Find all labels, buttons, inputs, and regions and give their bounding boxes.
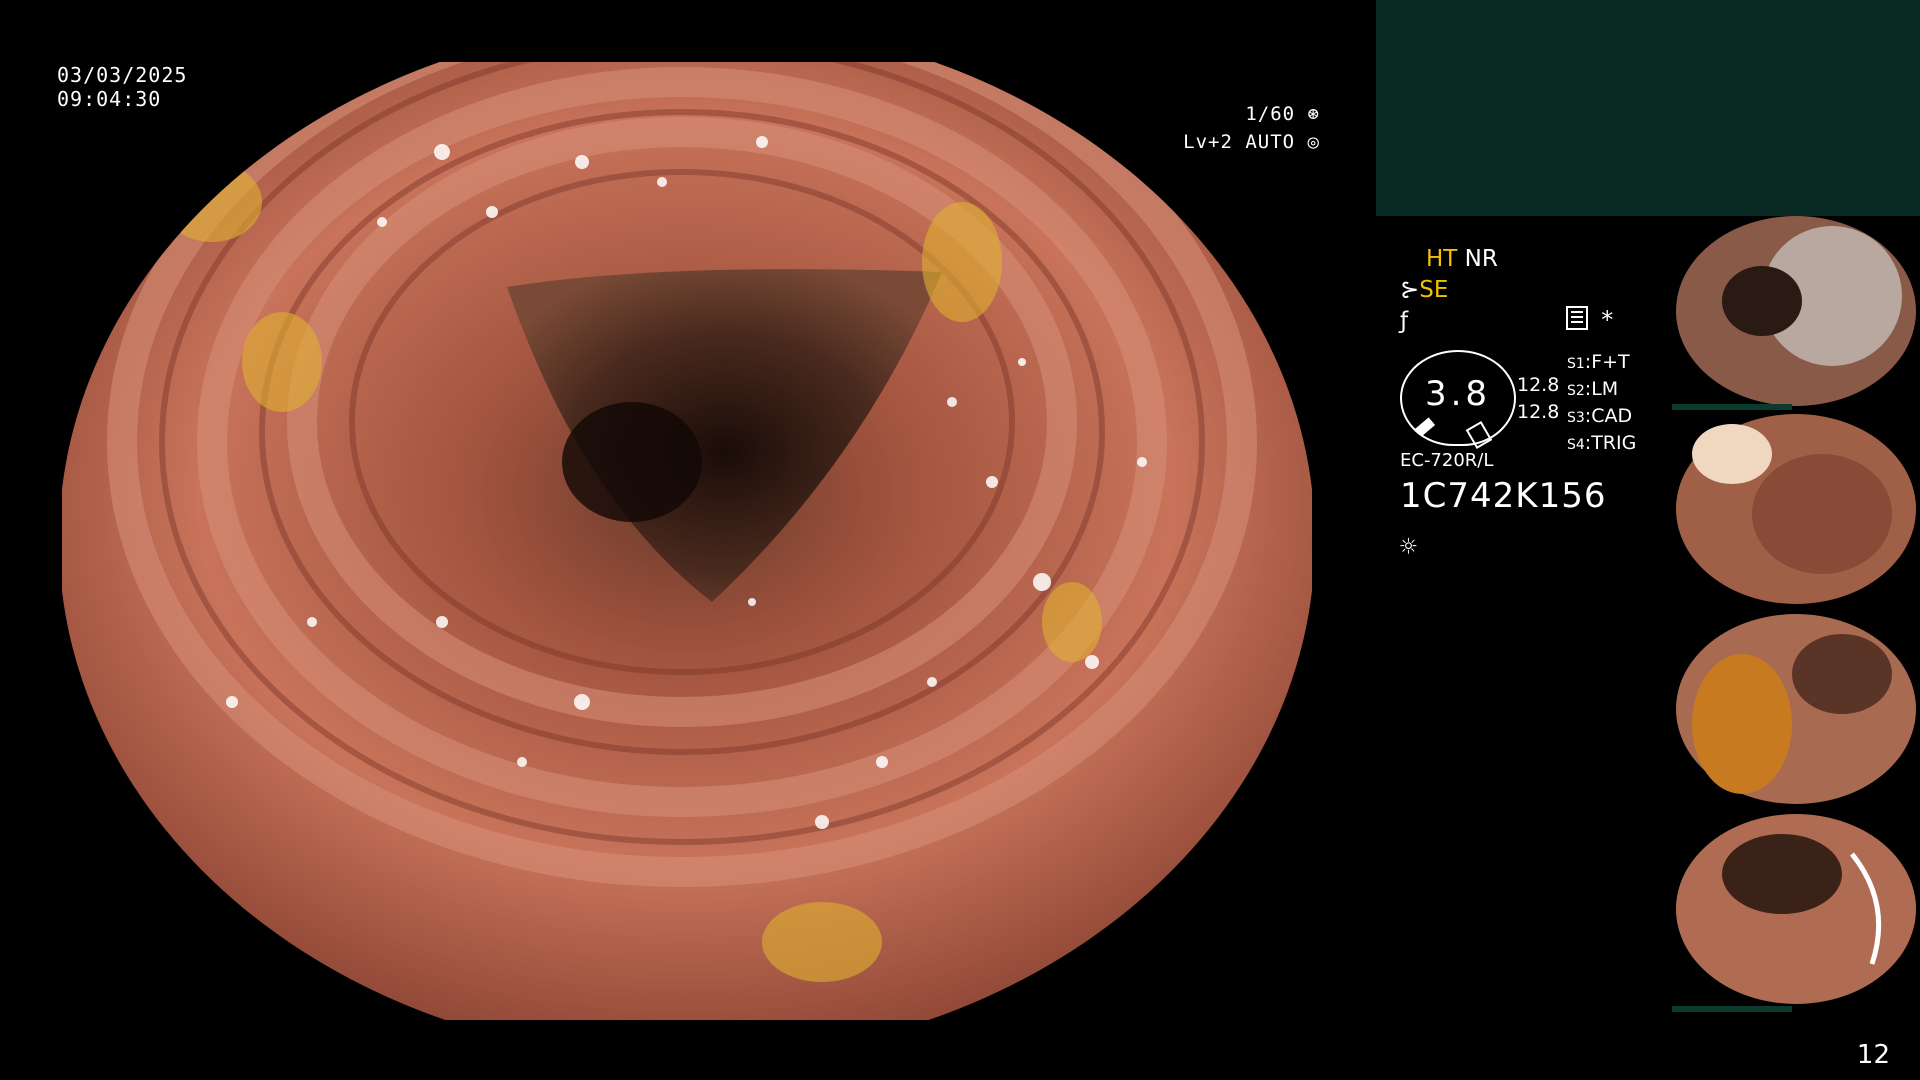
scale-value-1: 12.8 <box>1517 374 1560 396</box>
scope-serial: 1C742K156 <box>1400 476 1607 516</box>
capture-thumbnail-3[interactable] <box>1672 614 1920 804</box>
se-indicator: SE <box>1419 277 1449 303</box>
exposure-overlay: 1/60 ⊛ Lv+2 AUTO ◎ <box>1183 100 1320 156</box>
thumbnail-bar <box>1672 1006 1792 1012</box>
light-icon: ☼ <box>1400 530 1417 563</box>
switch-value: F+T <box>1591 351 1630 373</box>
shutter-speed: 1/60 <box>1245 103 1296 125</box>
switch-row: S4:TRIG <box>1567 432 1637 454</box>
nr-indicator: NR <box>1464 246 1498 272</box>
switch-key: S1 <box>1567 356 1585 372</box>
switch-value: TRIG <box>1591 432 1637 454</box>
scale-value-2: 12.8 <box>1517 401 1560 423</box>
f-icon: ƒ <box>1400 308 1409 334</box>
capture-thumbnail-2[interactable] <box>1672 414 1920 604</box>
time-text: 09:04:30 <box>57 87 162 111</box>
page-number: 12 <box>1856 1040 1890 1070</box>
switch-row: S2:LM <box>1567 378 1619 400</box>
switch-row: S1:F+T <box>1567 351 1630 373</box>
auto-iris-icon: ◎ <box>1307 131 1320 153</box>
capture-thumbnail-4[interactable] <box>1672 814 1920 1004</box>
switch-key: S4 <box>1567 437 1585 453</box>
thumbnail-bar <box>1672 404 1792 410</box>
switch-assignments: S1:F+T S2:LM S3:CAD S4:TRIG <box>1567 350 1636 458</box>
shutter-icon: ⊛ <box>1307 103 1320 125</box>
switch-row: S3:CAD <box>1567 405 1633 427</box>
asterisk-mark: * <box>1600 306 1615 334</box>
info-panel-header <box>1376 0 1920 216</box>
capture-thumbnail-1[interactable] <box>1672 216 1920 406</box>
dial-value: 3.8 <box>1424 374 1492 414</box>
level-text: Lv+2 AUTO <box>1183 131 1296 153</box>
ht-indicator: HT <box>1426 246 1458 272</box>
switch-key: S3 <box>1567 410 1585 426</box>
scale-values: 12.8 12.8 <box>1517 372 1559 426</box>
datetime-overlay: 03/03/2025 09:04:30 <box>57 63 187 111</box>
switch-key: S2 <box>1567 383 1585 399</box>
switch-value: LM <box>1591 378 1619 400</box>
status-block: HT NR ⊱SE ƒ <box>1400 244 1498 337</box>
se-icon: ⊱ <box>1400 277 1420 303</box>
menu-icon <box>1566 306 1588 330</box>
date-text: 03/03/2025 <box>57 63 188 87</box>
endoscope-main-view <box>62 62 1312 1020</box>
scope-model: EC-720R/L <box>1400 450 1494 471</box>
switch-value: CAD <box>1591 405 1633 427</box>
